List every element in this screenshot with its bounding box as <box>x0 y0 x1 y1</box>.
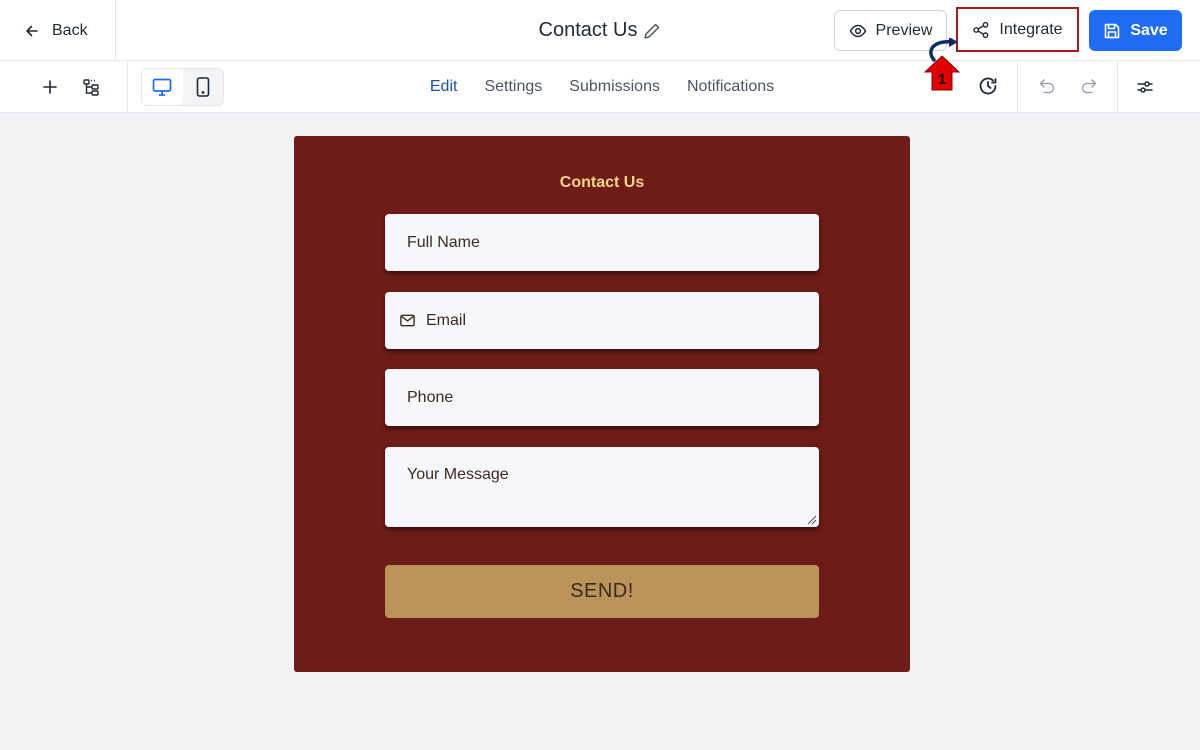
history-clock-icon[interactable] <box>974 72 1002 100</box>
sliders-settings-icon[interactable] <box>1131 73 1159 101</box>
back-label: Back <box>52 21 88 39</box>
add-element-plus-icon[interactable] <box>36 73 64 101</box>
back-button[interactable]: Back <box>0 0 116 61</box>
toolbar-divider <box>1117 61 1118 113</box>
tab-submissions[interactable]: Submissions <box>569 78 660 96</box>
phone-field[interactable]: Phone <box>385 369 819 426</box>
save-label: Save <box>1130 21 1168 39</box>
floppy-disk-icon <box>1105 23 1120 38</box>
full-name-field[interactable]: Full Name <box>385 214 819 271</box>
phone-placeholder: Phone <box>407 388 454 406</box>
tab-notifications[interactable]: Notifications <box>687 78 774 96</box>
resize-handle-icon[interactable] <box>806 514 817 525</box>
layers-structure-icon[interactable] <box>77 73 105 101</box>
mail-icon <box>400 314 415 327</box>
send-button[interactable]: SEND! <box>385 565 819 618</box>
eye-icon <box>849 24 866 37</box>
page-title-text: Contact Us <box>538 19 638 41</box>
preview-label: Preview <box>875 21 933 39</box>
message-placeholder: Your Message <box>407 466 509 483</box>
form-title: Contact Us <box>559 174 645 191</box>
email-field[interactable]: Email <box>385 292 819 349</box>
top-bar: Back Contact Us Preview Integrate Save <box>0 0 1200 61</box>
mobile-view-button[interactable] <box>183 69 224 105</box>
integrate-label: Integrate <box>999 20 1063 38</box>
desktop-view-button[interactable] <box>142 69 183 105</box>
preview-button[interactable]: Preview <box>834 10 947 51</box>
share-icon <box>973 21 989 38</box>
redo-icon[interactable] <box>1075 72 1103 100</box>
full-name-placeholder: Full Name <box>407 233 480 251</box>
email-placeholder: Email <box>426 311 467 329</box>
mobile-phone-icon <box>196 77 210 97</box>
contact-form-preview: Contact Us Full Name Email Phone Your Me… <box>294 136 910 672</box>
arrow-left-icon <box>26 25 38 36</box>
toolbar-divider <box>127 61 128 113</box>
save-button[interactable]: Save <box>1089 10 1182 51</box>
edit-title-pencil-icon[interactable] <box>643 22 661 40</box>
message-textarea[interactable]: Your Message <box>385 447 819 527</box>
toolbar-divider <box>1017 61 1018 113</box>
tab-edit[interactable]: Edit <box>430 78 458 96</box>
editor-toolbar: Edit Settings Submissions Notifications <box>0 61 1200 113</box>
integrate-button[interactable]: Integrate <box>956 7 1079 52</box>
undo-icon[interactable] <box>1033 72 1061 100</box>
device-toggle <box>141 68 224 106</box>
tab-settings[interactable]: Settings <box>484 78 542 96</box>
desktop-monitor-icon <box>152 78 172 96</box>
